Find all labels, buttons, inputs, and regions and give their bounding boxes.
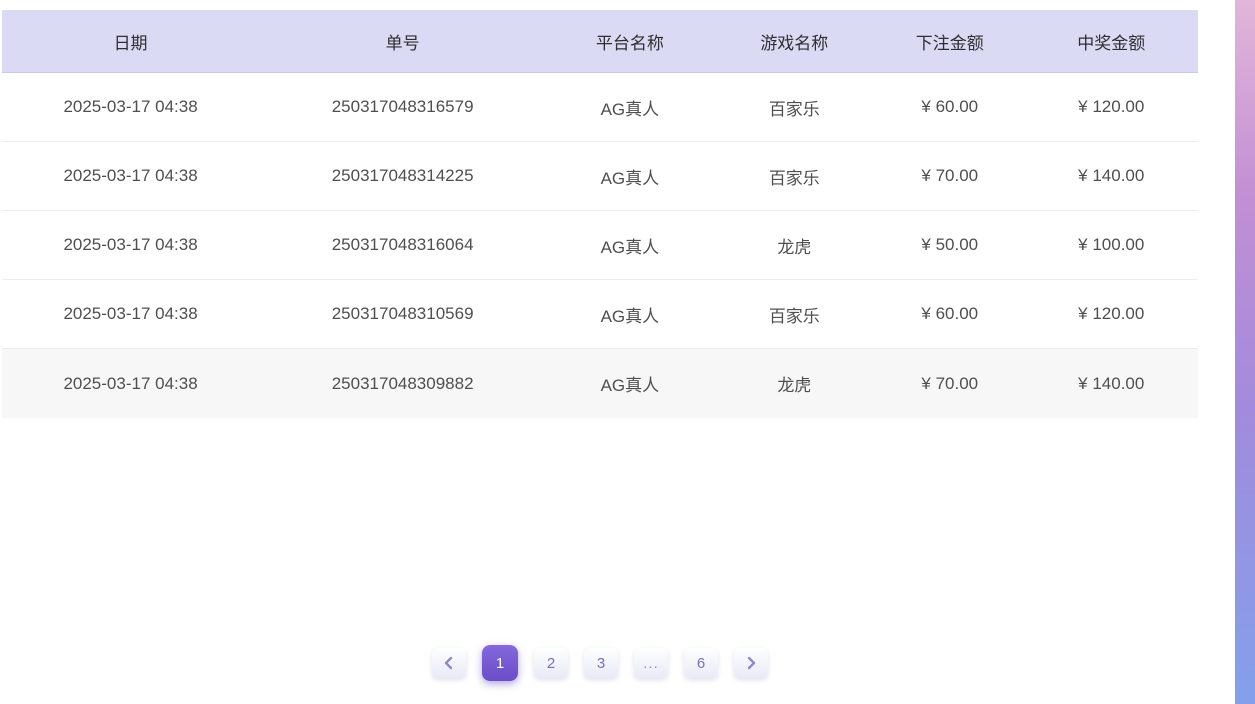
cell-date: 2025-03-17 04:38 (2, 235, 259, 255)
cell-bet_amount: ¥ 70.00 (875, 374, 1025, 394)
cell-date: 2025-03-17 04:38 (2, 97, 259, 117)
cell-platform: AG真人 (546, 95, 713, 120)
cell-order_no: 250317048316064 (259, 235, 546, 255)
pagination-page-button-3[interactable]: 3 (584, 648, 618, 678)
cell-order_no: 250317048314225 (259, 166, 546, 186)
bet-records-page: 日期单号平台名称游戏名称下注金额中奖金额 2025-03-17 04:38250… (0, 0, 1255, 704)
table-row: 2025-03-17 04:38250317048316579AG真人百家乐¥ … (2, 73, 1198, 142)
cell-date: 2025-03-17 04:38 (2, 166, 259, 186)
cell-win_amount: ¥ 140.00 (1025, 166, 1198, 186)
pagination-page-button-6[interactable]: 6 (684, 648, 718, 678)
table-header-row: 日期单号平台名称游戏名称下注金额中奖金额 (2, 10, 1198, 73)
cell-game: 龙虎 (714, 371, 875, 396)
cell-order_no: 250317048309882 (259, 374, 546, 394)
table-body: 2025-03-17 04:38250317048316579AG真人百家乐¥ … (2, 73, 1198, 418)
cell-date: 2025-03-17 04:38 (2, 304, 259, 324)
cell-order_no: 250317048310569 (259, 304, 546, 324)
cell-win_amount: ¥ 140.00 (1025, 374, 1198, 394)
table-row: 2025-03-17 04:38250317048316064AG真人龙虎¥ 5… (2, 211, 1198, 280)
cell-bet_amount: ¥ 60.00 (875, 304, 1025, 324)
column-header-order_no: 单号 (259, 29, 546, 54)
cell-win_amount: ¥ 120.00 (1025, 97, 1198, 117)
pagination-next-button[interactable] (734, 648, 768, 678)
table-row: 2025-03-17 04:38250317048314225AG真人百家乐¥ … (2, 142, 1198, 211)
bet-records-table: 日期单号平台名称游戏名称下注金额中奖金额 2025-03-17 04:38250… (2, 10, 1198, 418)
pagination: 123... 6 (2, 645, 1198, 681)
right-gradient-strip (1235, 0, 1255, 704)
pagination-prev-button[interactable] (432, 648, 466, 678)
cell-date: 2025-03-17 04:38 (2, 374, 259, 394)
cell-order_no: 250317048316579 (259, 97, 546, 117)
table-row: 2025-03-17 04:38250317048309882AG真人龙虎¥ 7… (2, 349, 1198, 418)
chevron-right-icon (744, 656, 758, 670)
cell-bet_amount: ¥ 60.00 (875, 97, 1025, 117)
cell-platform: AG真人 (546, 302, 713, 327)
cell-bet_amount: ¥ 70.00 (875, 166, 1025, 186)
table-row: 2025-03-17 04:38250317048310569AG真人百家乐¥ … (2, 280, 1198, 349)
chevron-left-icon (442, 656, 456, 670)
pagination-ellipsis: ... (634, 648, 668, 678)
cell-game: 龙虎 (714, 233, 875, 258)
column-header-game: 游戏名称 (714, 29, 875, 54)
pagination-page-button-2[interactable]: 2 (534, 648, 568, 678)
cell-game: 百家乐 (714, 302, 875, 327)
cell-win_amount: ¥ 120.00 (1025, 304, 1198, 324)
pagination-page-button-1[interactable]: 1 (482, 645, 518, 681)
column-header-bet_amount: 下注金额 (875, 29, 1025, 54)
cell-platform: AG真人 (546, 371, 713, 396)
cell-platform: AG真人 (546, 233, 713, 258)
column-header-platform: 平台名称 (546, 29, 713, 54)
column-header-date: 日期 (2, 29, 259, 54)
cell-bet_amount: ¥ 50.00 (875, 235, 1025, 255)
column-header-win_amount: 中奖金额 (1025, 29, 1198, 54)
cell-game: 百家乐 (714, 95, 875, 120)
cell-platform: AG真人 (546, 164, 713, 189)
cell-game: 百家乐 (714, 164, 875, 189)
cell-win_amount: ¥ 100.00 (1025, 235, 1198, 255)
